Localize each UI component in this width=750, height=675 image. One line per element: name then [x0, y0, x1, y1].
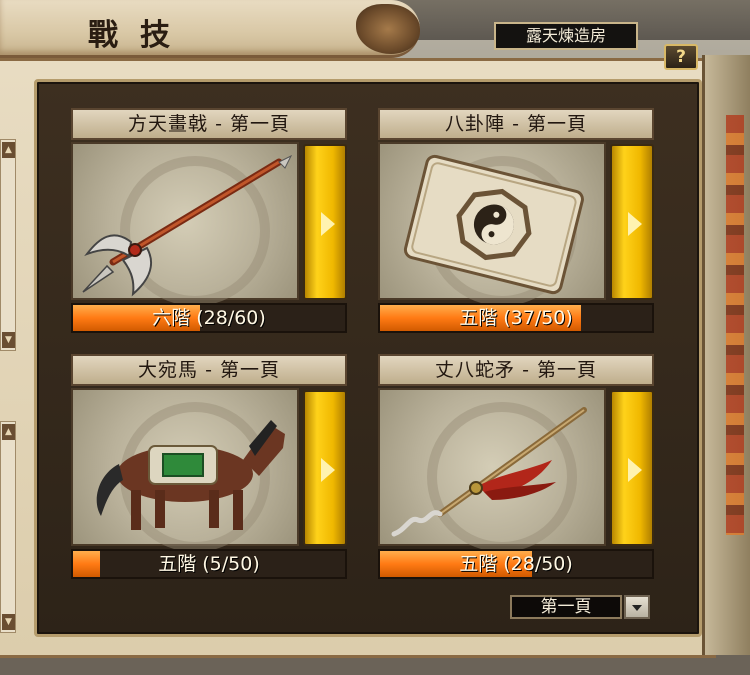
skill-card-title: 八卦陣 - 第一頁	[378, 108, 654, 140]
skill-progress-bar: 五階 (37/50)	[378, 303, 654, 333]
page-select[interactable]: 第一頁	[510, 595, 622, 619]
scroll-down-icon[interactable]: ▼	[2, 332, 15, 348]
next-page-button[interactable]	[610, 390, 654, 546]
next-page-button[interactable]	[303, 390, 347, 546]
skill-card-bagua: 八卦陣 - 第一頁 五階 (37/50)	[378, 108, 658, 333]
skill-level-text: 五階 (37/50)	[459, 307, 573, 329]
chevron-right-icon	[321, 212, 335, 236]
chevron-right-icon	[628, 458, 642, 482]
skill-level-text: 五階 (28/50)	[459, 553, 573, 575]
scroll-up-icon[interactable]: ▲	[2, 424, 15, 440]
scroll-down-icon[interactable]: ▼	[2, 614, 15, 630]
next-page-button[interactable]	[303, 144, 347, 300]
bagua-scroll-icon[interactable]	[378, 142, 606, 306]
help-button[interactable]: ?	[664, 44, 698, 70]
page-title: 戰技	[88, 18, 192, 53]
title-scroll: 戰技	[0, 0, 420, 58]
next-page-button[interactable]	[610, 144, 654, 300]
horse-icon[interactable]	[71, 388, 299, 552]
skill-card-title: 大宛馬 - 第一頁	[71, 354, 347, 386]
skill-level-text: 五階 (5/50)	[158, 553, 260, 575]
chevron-down-icon[interactable]	[624, 595, 650, 619]
skill-progress-bar: 五階 (28/50)	[378, 549, 654, 579]
halberd-icon[interactable]	[71, 142, 299, 306]
right-border-decoration	[702, 55, 750, 655]
skill-card-title: 方天畫戟 - 第一頁	[71, 108, 347, 140]
skill-card-horse: 大宛馬 - 第一頁 五階 (5/50)	[71, 354, 351, 579]
scroll-up-icon[interactable]: ▲	[2, 142, 15, 158]
location-label: 露天煉造房	[494, 22, 638, 50]
skill-level-text: 六階 (28/60)	[152, 307, 266, 329]
chevron-right-icon	[321, 458, 335, 482]
skill-card-halberd: 方天畫戟 - 第一頁 六階 (28/60)	[71, 108, 351, 333]
serpent-spear-icon[interactable]	[378, 388, 606, 552]
skill-progress-bar: 五階 (5/50)	[71, 549, 347, 579]
side-scroll-lower[interactable]: ▲ ▼	[0, 421, 16, 633]
skill-card-serpent-spear: 丈八蛇矛 - 第一頁 五階 (28/50)	[378, 354, 658, 579]
skill-progress-bar: 六階 (28/60)	[71, 303, 347, 333]
chevron-right-icon	[628, 212, 642, 236]
skill-card-title: 丈八蛇矛 - 第一頁	[378, 354, 654, 386]
side-scroll-upper[interactable]: ▲ ▼	[0, 139, 16, 351]
skills-frame: 方天畫戟 - 第一頁 六階 (28/60) 八卦陣 - 第一頁 五階 (37/5…	[34, 79, 702, 637]
